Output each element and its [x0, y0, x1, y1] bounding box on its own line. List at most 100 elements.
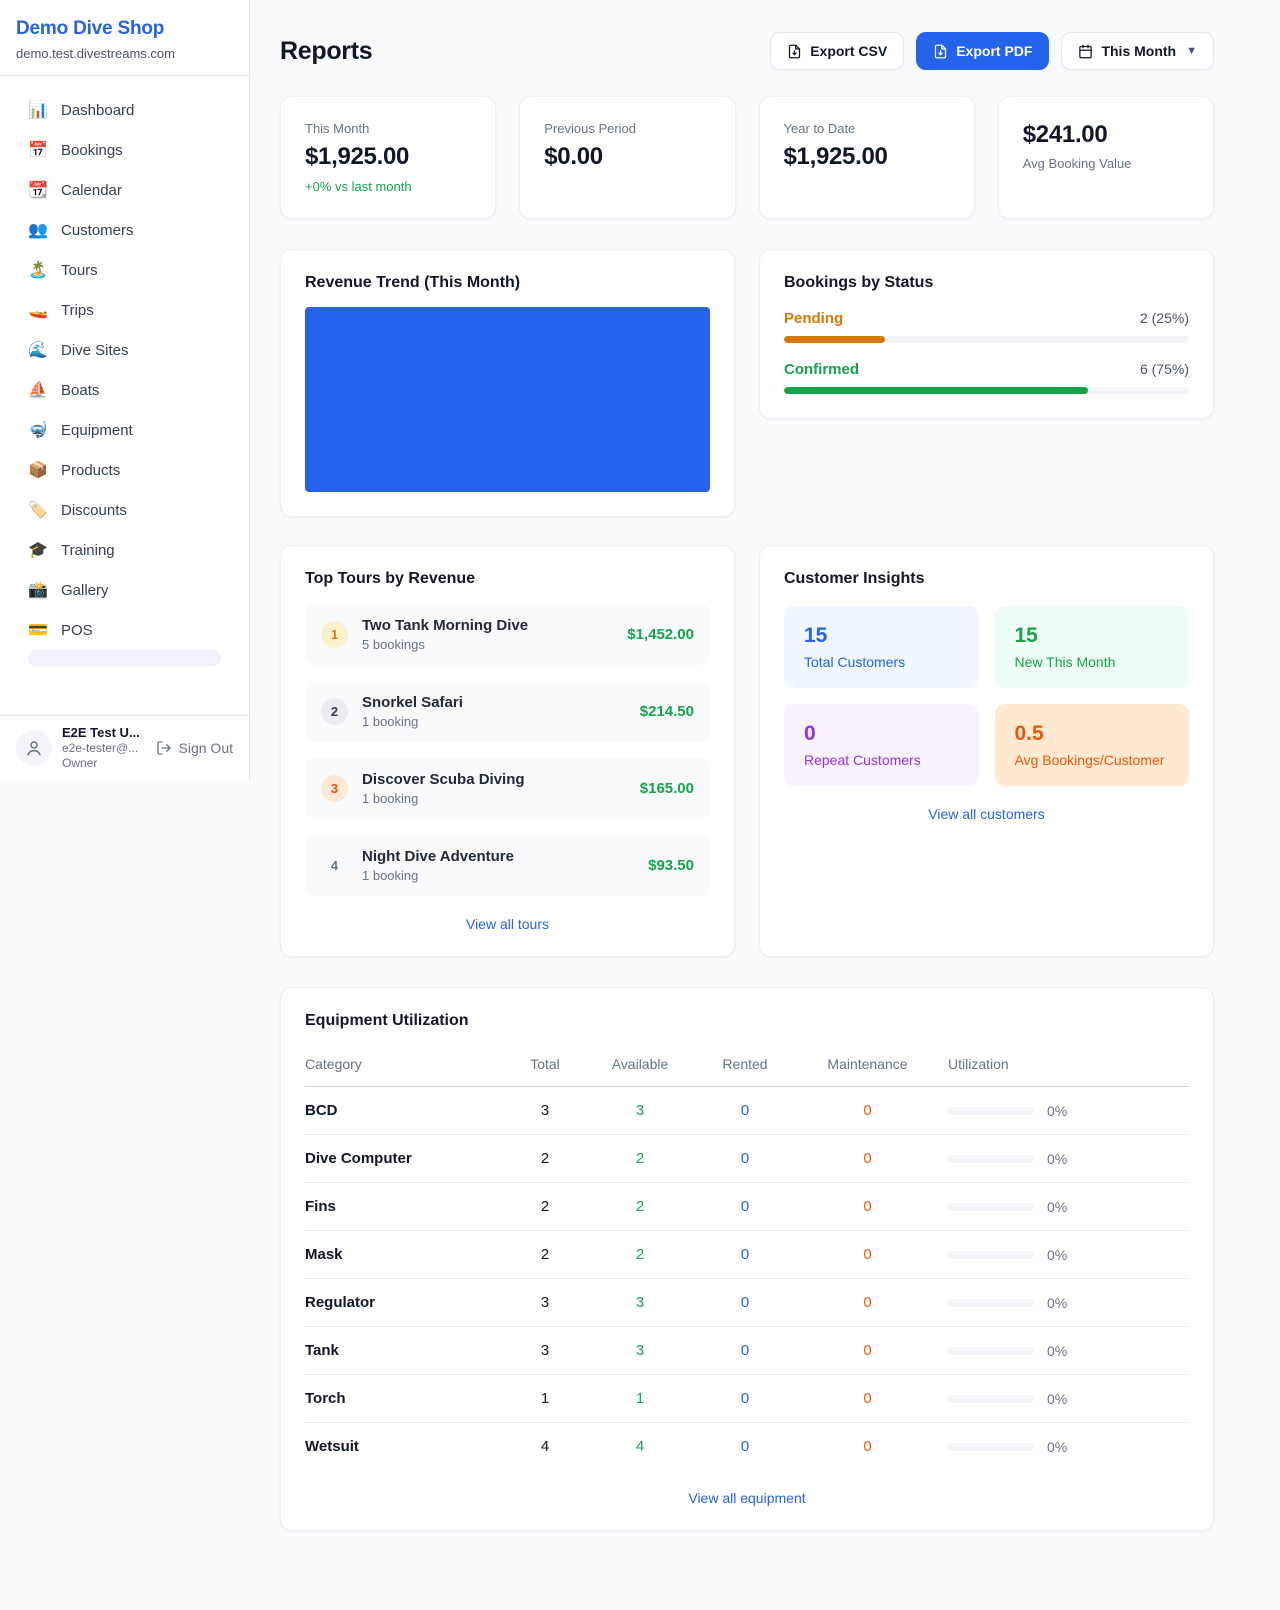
equipment-available: 2 [585, 1246, 695, 1263]
col-available: Available [585, 1056, 695, 1072]
sign-out-icon [156, 740, 172, 756]
tour-bookings: 1 booking [362, 714, 626, 729]
export-csv-label: Export CSV [810, 43, 887, 59]
equipment-available: 2 [585, 1150, 695, 1167]
equipment-row: Mask 2 2 0 0 0% [305, 1231, 1189, 1279]
equipment-maintenance: 0 [795, 1438, 940, 1455]
insight-grid: 15 Total Customers 15 New This Month 0 R… [784, 606, 1189, 786]
tour-name: Night Dive Adventure [362, 848, 634, 865]
tour-row[interactable]: 4 Night Dive Adventure 1 booking $93.50 [305, 835, 710, 896]
stat-card-year-to-date: Year to Date $1,925.00 [759, 96, 975, 219]
status-row: Pending 2 (25%) [784, 310, 1189, 343]
equipment-row: Torch 1 1 0 0 0% [305, 1375, 1189, 1423]
equipment-category: Tank [305, 1342, 505, 1359]
utilization-percent: 0% [1047, 1295, 1067, 1311]
status-count: 2 (25%) [1140, 310, 1189, 326]
equipment-table: Category Total Available Rented Maintena… [305, 1050, 1189, 1470]
utilization-bar-track [948, 1347, 1034, 1355]
equipment-maintenance: 0 [795, 1246, 940, 1263]
equipment-available: 3 [585, 1294, 695, 1311]
equipment-row: Wetsuit 4 4 0 0 0% [305, 1423, 1189, 1470]
utilization-percent: 0% [1047, 1151, 1067, 1167]
tour-row[interactable]: 1 Two Tank Morning Dive 5 bookings $1,45… [305, 604, 710, 665]
sidebar-item-bookings[interactable]: 📅 Bookings [16, 130, 233, 170]
status-bar-track [784, 336, 1189, 343]
nav-label: Tours [61, 262, 98, 279]
top-tours-title: Top Tours by Revenue [305, 570, 710, 588]
tour-revenue: $214.50 [640, 703, 694, 720]
sidebar-item-dive-sites[interactable]: 🌊 Dive Sites [16, 330, 233, 370]
equipment-total: 1 [505, 1390, 585, 1407]
utilization-percent: 0% [1047, 1103, 1067, 1119]
file-download-icon [787, 44, 802, 59]
nav-label: Equipment [61, 422, 133, 439]
sidebar-item-calendar[interactable]: 📆 Calendar [16, 170, 233, 210]
equipment-rented: 0 [695, 1150, 795, 1167]
charts-grid: Revenue Trend (This Month) Bookings by S… [280, 249, 1214, 517]
insight-value: 15 [1015, 624, 1170, 648]
sidebar-item-pos[interactable]: 💳 POS [16, 610, 233, 650]
stat-label: Previous Period [544, 121, 710, 136]
insight-value: 0 [804, 722, 959, 746]
nav-label: Bookings [61, 142, 123, 159]
sidebar-item-dashboard[interactable]: 📊 Dashboard [16, 90, 233, 130]
user-panel: E2E Test U... e2e-tester@... Owner Sign … [0, 715, 249, 780]
nav-label: Calendar [61, 182, 122, 199]
utilization-percent: 0% [1047, 1439, 1067, 1455]
nav-icon: ⛵ [28, 380, 48, 400]
status-count: 6 (75%) [1140, 361, 1189, 377]
tour-row[interactable]: 2 Snorkel Safari 1 booking $214.50 [305, 681, 710, 742]
insight-tile: 15 Total Customers [784, 606, 979, 688]
sidebar-item-trips[interactable]: 🚤 Trips [16, 290, 233, 330]
sidebar-item-training[interactable]: 🎓 Training [16, 530, 233, 570]
utilization-bar-track [948, 1251, 1034, 1259]
equipment-row: BCD 3 3 0 0 0% [305, 1087, 1189, 1135]
view-all-equipment-link[interactable]: View all equipment [305, 1490, 1189, 1506]
export-pdf-button[interactable]: Export PDF [916, 32, 1049, 70]
nav-label: Dashboard [61, 102, 134, 119]
user-meta: E2E Test U... e2e-tester@... Owner [62, 725, 146, 771]
equipment-maintenance: 0 [795, 1150, 940, 1167]
mid-grid: Top Tours by Revenue 1 Two Tank Morning … [280, 545, 1214, 957]
stat-label: Year to Date [784, 121, 950, 136]
sidebar-item-products[interactable]: 📦 Products [16, 450, 233, 490]
export-csv-button[interactable]: Export CSV [770, 32, 904, 70]
sidebar-item-customers[interactable]: 👥 Customers [16, 210, 233, 250]
equipment-available: 4 [585, 1438, 695, 1455]
sidebar-item-discounts[interactable]: 🏷️ Discounts [16, 490, 233, 530]
insight-label: New This Month [1015, 654, 1170, 670]
user-role: Owner [62, 756, 146, 771]
status-row: Confirmed 6 (75%) [784, 361, 1189, 394]
col-utilization: Utilization [940, 1056, 1189, 1072]
view-all-customers-link[interactable]: View all customers [784, 806, 1189, 822]
rank-badge: 3 [321, 775, 348, 802]
utilization-percent: 0% [1047, 1199, 1067, 1215]
equipment-maintenance: 0 [795, 1102, 940, 1119]
nav-icon: 🌊 [28, 340, 48, 360]
sidebar-item-equipment[interactable]: 🤿 Equipment [16, 410, 233, 450]
status-bar-track [784, 387, 1189, 394]
insight-tile: 0.5 Avg Bookings/Customer [995, 704, 1190, 786]
nav-label: Discounts [61, 502, 127, 519]
tour-row[interactable]: 3 Discover Scuba Diving 1 booking $165.0… [305, 758, 710, 819]
sign-out-label: Sign Out [179, 740, 233, 756]
status-label: Pending [784, 310, 843, 327]
period-select[interactable]: This Month ▼ [1061, 32, 1214, 70]
sidebar-item-reports-active-partial[interactable] [28, 650, 221, 666]
equipment-row: Regulator 3 3 0 0 0% [305, 1279, 1189, 1327]
equipment-total: 2 [505, 1246, 585, 1263]
equipment-available: 1 [585, 1390, 695, 1407]
file-download-icon [933, 44, 948, 59]
customer-insights-title: Customer Insights [784, 570, 1189, 588]
bookings-by-status-title: Bookings by Status [784, 274, 1189, 292]
sidebar-item-tours[interactable]: 🏝️ Tours [16, 250, 233, 290]
sidebar-item-gallery[interactable]: 📸 Gallery [16, 570, 233, 610]
equipment-category: Mask [305, 1246, 505, 1263]
equipment-utilization-card: Equipment Utilization Category Total Ava… [280, 987, 1214, 1531]
sidebar-nav: 📊 Dashboard 📅 Bookings 📆 Calendar 👥 Cust… [0, 76, 249, 715]
sign-out-button[interactable]: Sign Out [156, 740, 233, 756]
sidebar-item-boats[interactable]: ⛵ Boats [16, 370, 233, 410]
rank-badge: 1 [321, 621, 348, 648]
col-maintenance: Maintenance [795, 1056, 940, 1072]
view-all-tours-link[interactable]: View all tours [305, 916, 710, 932]
